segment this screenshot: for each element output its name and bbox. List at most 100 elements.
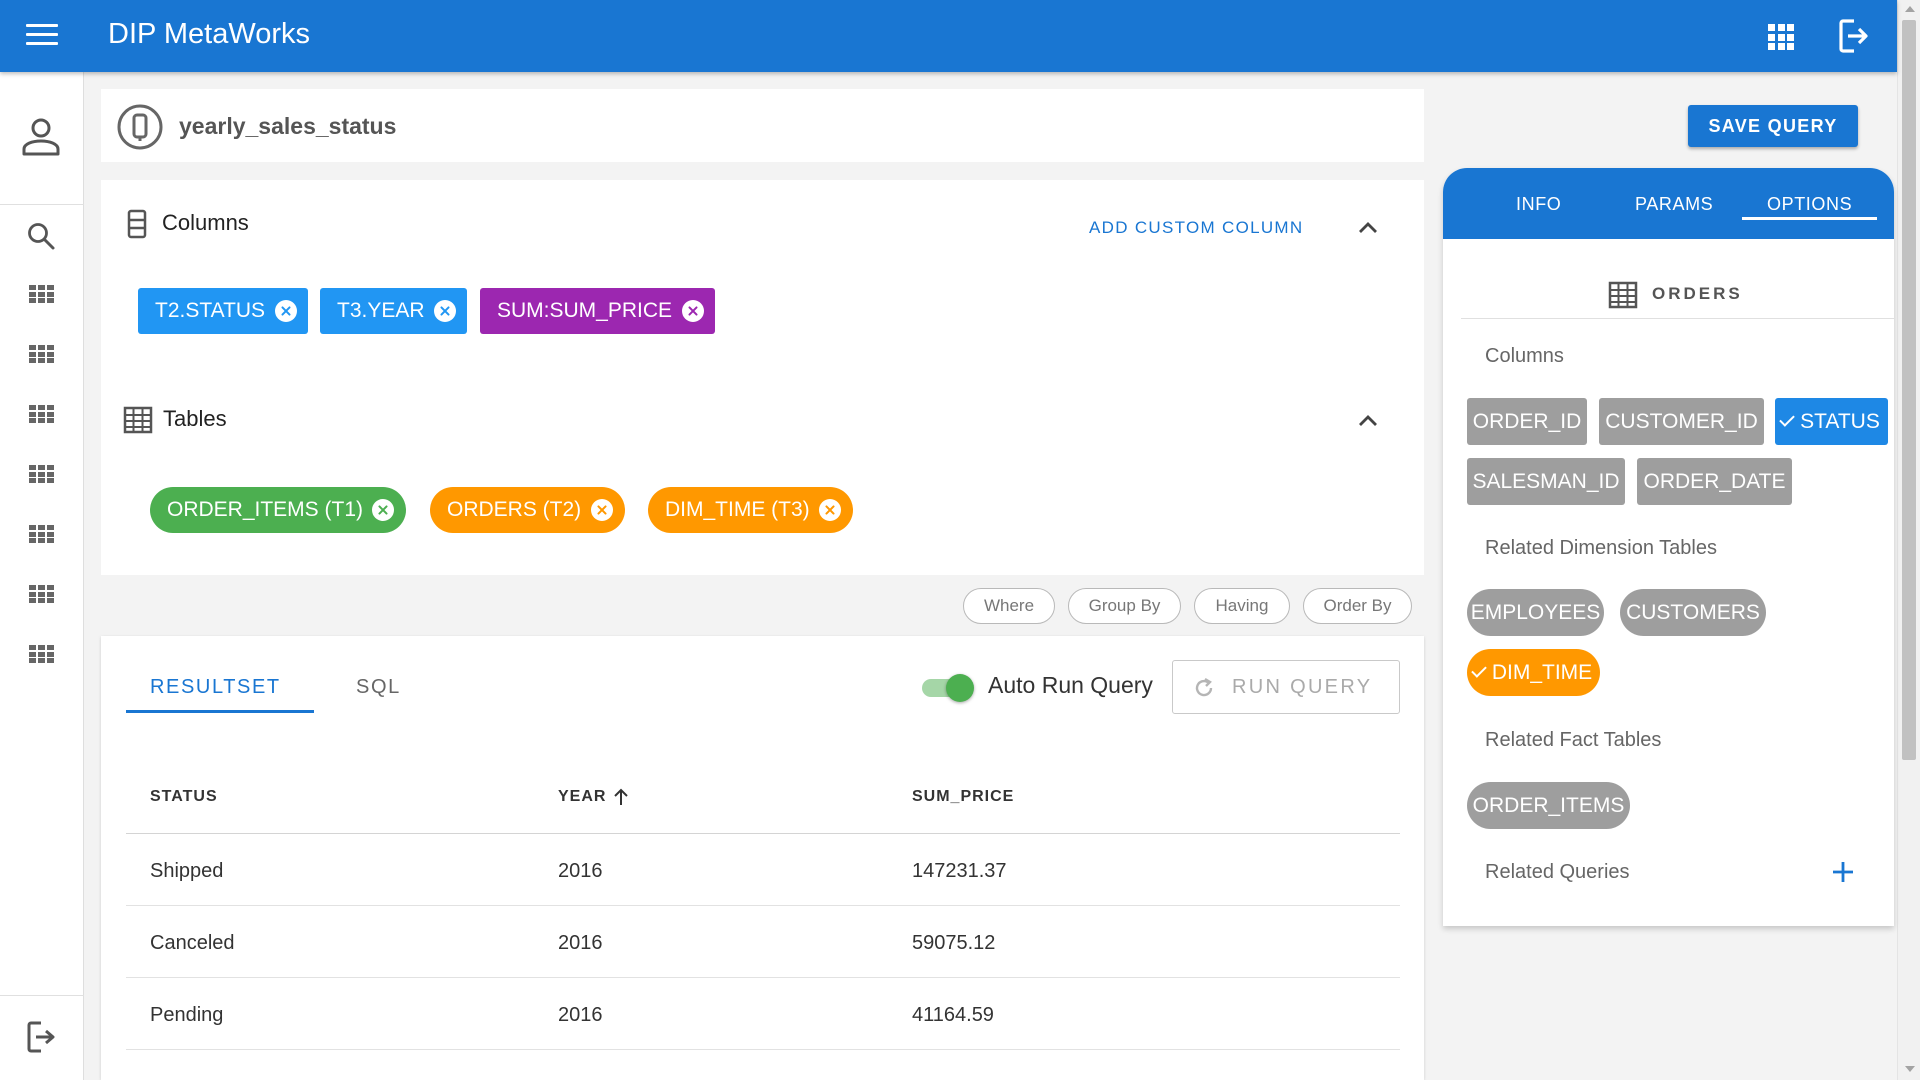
tab-params[interactable]: PARAMS xyxy=(1635,194,1713,215)
save-query-button[interactable]: SAVE QUERY xyxy=(1688,105,1858,147)
column-chip[interactable]: T3.YEAR xyxy=(320,288,467,334)
close-icon[interactable] xyxy=(275,300,297,322)
close-icon[interactable] xyxy=(434,300,456,322)
table-header-divider xyxy=(126,833,1400,834)
panel-columns-label: Columns xyxy=(1485,345,1564,367)
grid-icon[interactable] xyxy=(29,285,55,303)
table-row-divider xyxy=(126,977,1400,978)
grid-icon[interactable] xyxy=(29,585,55,603)
sidebar-divider xyxy=(0,995,84,996)
auto-run-toggle[interactable] xyxy=(920,672,978,702)
panel-column-chip[interactable]: ORDER_ID xyxy=(1467,398,1587,445)
app-bar: DIP MetaWorks xyxy=(0,0,1897,72)
chip-label: STATUS xyxy=(1800,409,1880,433)
cell-year: 2016 xyxy=(558,860,603,882)
tab-sql[interactable]: SQL xyxy=(356,676,401,699)
app-title: DIP MetaWorks xyxy=(108,18,310,50)
chip-label: T2.STATUS xyxy=(155,299,266,322)
exit-icon[interactable] xyxy=(26,1020,58,1059)
tab-options[interactable]: OPTIONS xyxy=(1767,194,1852,215)
tab-info[interactable]: INFO xyxy=(1516,194,1561,215)
panel-column-chip[interactable]: SALESMAN_ID xyxy=(1467,458,1625,505)
panel-tab-indicator xyxy=(1742,217,1877,220)
panel-divider xyxy=(1461,318,1895,319)
group-by-button[interactable]: Group By xyxy=(1068,588,1181,624)
chevron-up-icon[interactable] xyxy=(1357,219,1379,240)
panel-fact-label: Related Fact Tables xyxy=(1485,729,1662,751)
page-scrollbar[interactable] xyxy=(1897,0,1920,1080)
check-icon xyxy=(1779,411,1795,427)
plus-icon[interactable] xyxy=(1831,860,1855,889)
scroll-down-arrow-icon[interactable] xyxy=(1905,1066,1915,1072)
column-chip[interactable]: SUM:SUM_PRICE xyxy=(480,288,715,334)
tables-section-title: Tables xyxy=(163,406,227,431)
chip-label: DIM_TIME xyxy=(1491,660,1593,684)
cell-status: Shipped xyxy=(150,860,224,882)
active-tab-indicator xyxy=(126,710,314,713)
grid-icon[interactable] xyxy=(29,465,55,483)
grid-icon[interactable] xyxy=(29,345,55,363)
grid-icon[interactable] xyxy=(29,405,55,423)
panel-queries-label: Related Queries xyxy=(1485,861,1630,883)
auto-run-label: Auto Run Query xyxy=(988,672,1153,698)
dimension-chip[interactable]: EMPLOYEES xyxy=(1467,589,1604,636)
tab-resultset[interactable]: RESULTSET xyxy=(150,676,281,699)
cell-status: Pending xyxy=(150,1004,224,1026)
order-by-button[interactable]: Order By xyxy=(1303,588,1412,624)
column-chip[interactable]: T2.STATUS xyxy=(138,288,308,334)
table-chip[interactable]: ORDER_ITEMS (T1) xyxy=(150,487,406,533)
add-custom-column-button[interactable]: ADD CUSTOM COLUMN xyxy=(1089,218,1303,238)
dimension-chip-selected[interactable]: DIM_TIME xyxy=(1467,649,1600,696)
chip-label: ORDERS (T2) xyxy=(447,498,582,521)
panel-column-chip-selected[interactable]: STATUS xyxy=(1775,398,1888,445)
dimension-chip[interactable]: CUSTOMERS xyxy=(1620,589,1766,636)
columns-section-title: Columns xyxy=(162,210,249,235)
cell-sum-price: 147231.37 xyxy=(912,860,1007,882)
close-icon[interactable] xyxy=(682,300,704,322)
apps-grid-icon[interactable] xyxy=(1768,24,1794,50)
chip-label: DIM_TIME (T3) xyxy=(665,498,810,521)
panel-column-chip[interactable]: ORDER_DATE xyxy=(1637,458,1792,505)
check-icon xyxy=(1471,662,1487,678)
close-icon[interactable] xyxy=(372,499,394,521)
column-header-year[interactable]: YEAR xyxy=(558,788,606,806)
table-icon xyxy=(1608,281,1638,314)
refresh-icon xyxy=(1193,677,1215,704)
close-icon[interactable] xyxy=(819,499,841,521)
chip-label: ORDER_ITEMS (T1) xyxy=(167,498,364,521)
chevron-up-icon[interactable] xyxy=(1357,412,1379,433)
table-icon xyxy=(123,406,153,439)
fact-table-chip[interactable]: ORDER_ITEMS xyxy=(1467,782,1630,829)
user-icon[interactable] xyxy=(20,116,62,163)
chip-label: T3.YEAR xyxy=(337,299,425,322)
columns-icon xyxy=(127,209,147,244)
having-button[interactable]: Having xyxy=(1194,588,1290,624)
query-name[interactable]: yearly_sales_status xyxy=(179,113,396,140)
grid-icon[interactable] xyxy=(29,525,55,543)
scroll-up-arrow-icon[interactable] xyxy=(1905,6,1915,12)
column-header-status[interactable]: STATUS xyxy=(150,788,218,806)
table-chip[interactable]: ORDERS (T2) xyxy=(430,487,625,533)
column-header-sum-price[interactable]: SUM_PRICE xyxy=(912,788,1014,806)
cell-year: 2016 xyxy=(558,1004,603,1026)
sort-up-icon[interactable] xyxy=(613,788,629,811)
query-icon xyxy=(117,104,163,155)
close-icon[interactable] xyxy=(591,499,613,521)
cell-sum-price: 59075.12 xyxy=(912,932,996,954)
menu-icon[interactable] xyxy=(26,24,58,48)
table-chip[interactable]: DIM_TIME (T3) xyxy=(648,487,853,533)
run-query-button[interactable]: RUN QUERY xyxy=(1172,660,1400,714)
table-row-divider xyxy=(126,1049,1400,1050)
logout-icon[interactable] xyxy=(1838,18,1870,59)
cell-status: Canceled xyxy=(150,932,235,954)
cell-sum-price: 41164.59 xyxy=(912,1004,994,1026)
scroll-thumb[interactable] xyxy=(1902,20,1916,760)
query-header: yearly_sales_status xyxy=(101,89,1424,162)
run-query-label: RUN QUERY xyxy=(1232,676,1373,698)
search-icon[interactable] xyxy=(26,221,56,256)
panel-table-name: ORDERS xyxy=(1652,284,1743,303)
where-button[interactable]: Where xyxy=(963,588,1055,624)
panel-column-chip[interactable]: CUSTOMER_ID xyxy=(1599,398,1764,445)
left-sidebar xyxy=(0,72,84,1080)
grid-icon[interactable] xyxy=(29,645,55,663)
